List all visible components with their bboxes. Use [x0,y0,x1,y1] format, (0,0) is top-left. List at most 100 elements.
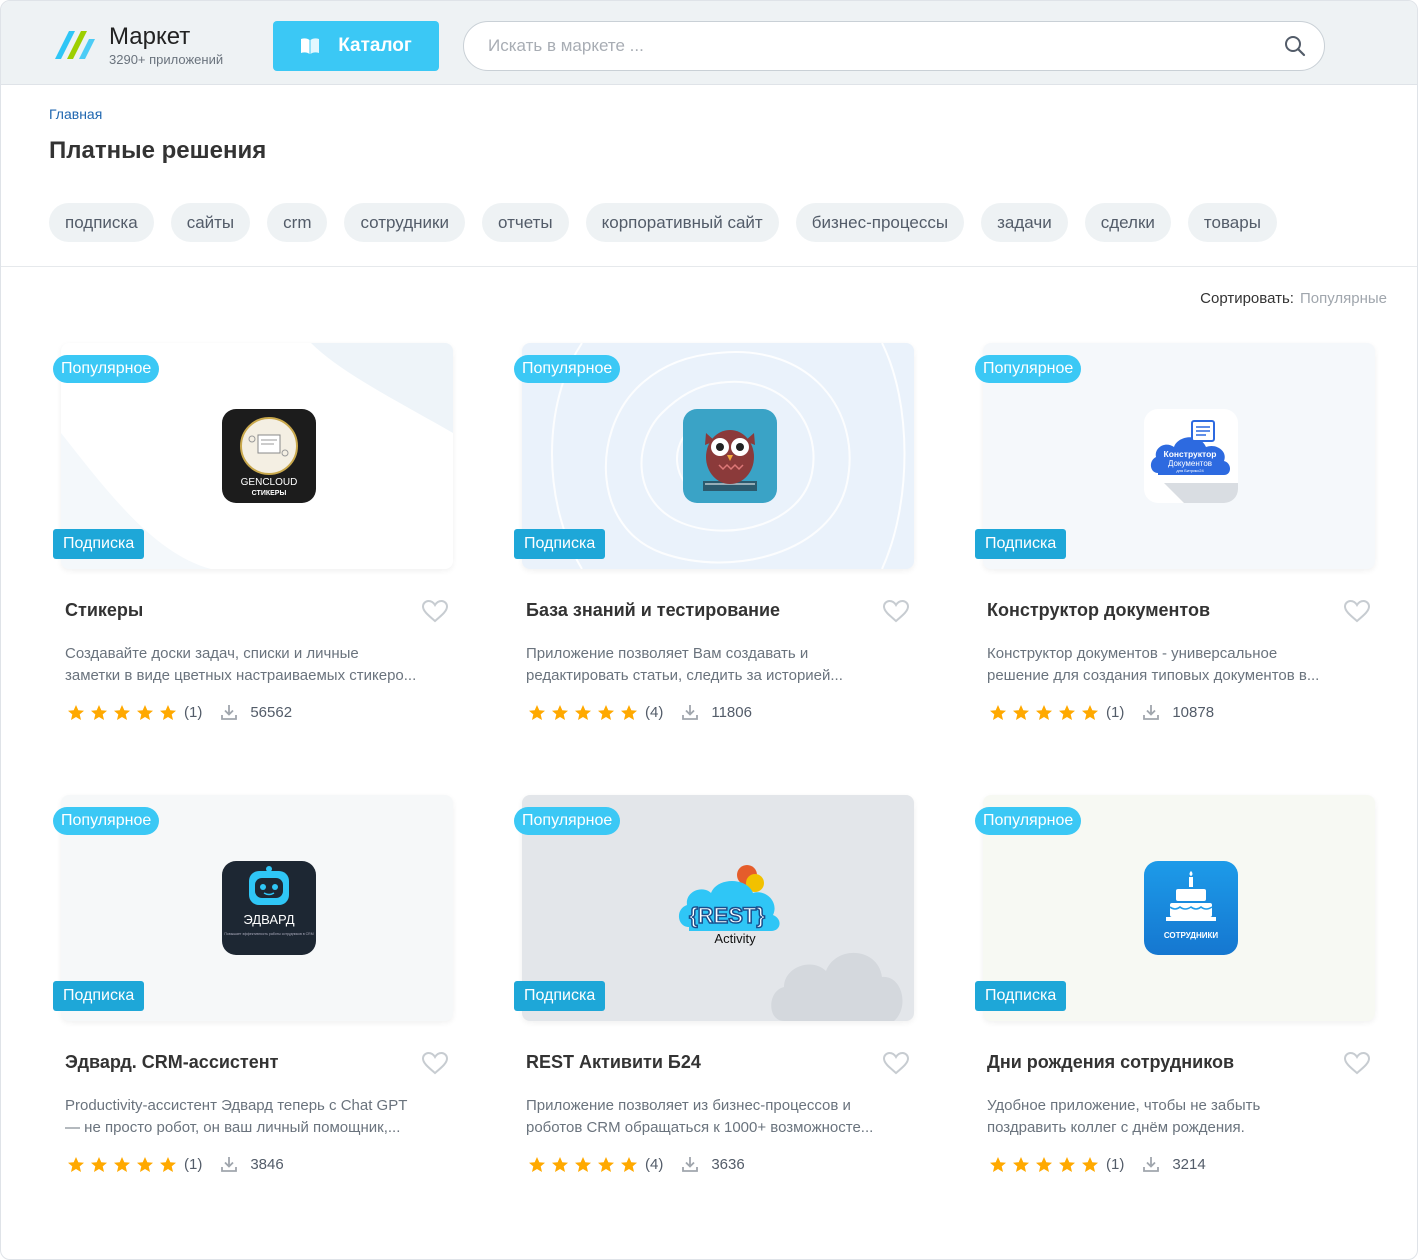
tag-chip[interactable]: отчеты [481,203,569,242]
star-icon [91,1156,107,1172]
app-card[interactable]: Конструктор Документов для Битрикс24 Поп… [971,343,1375,743]
download-icon [221,1157,238,1172]
star-icon [575,704,591,720]
install-count: 3846 [250,1155,284,1173]
heart-icon[interactable] [1343,1051,1371,1075]
heart-icon[interactable] [1343,599,1371,623]
tag-chip[interactable]: корпоративный сайт [585,203,779,242]
star-icon [575,1156,591,1172]
owl-icon [683,409,777,503]
heart-icon[interactable] [882,599,910,623]
star-icon [114,704,130,720]
popular-badge: Популярное [514,807,621,835]
subscription-badge: Подписка [53,981,145,1011]
card-title[interactable]: Конструктор документов [987,600,1210,621]
popular-badge: Популярное [975,355,1082,383]
popular-badge: Популярное [53,807,160,835]
tag-chip[interactable]: сделки [1084,203,1171,242]
logo-title[interactable]: Маркет [109,23,190,51]
icon-text: Activity [714,931,756,946]
star-icon [137,704,153,720]
star-icon [91,704,107,720]
icon-text: Повышает эффективность работы сотруднико… [224,932,313,936]
star-icon [552,1156,568,1172]
search-input[interactable] [488,22,1268,70]
star-icon [1082,704,1098,720]
app-card[interactable]: ЭДВАРД Повышает эффективность работы сот… [49,795,453,1195]
tag-chip[interactable]: бизнес-процессы [795,203,965,242]
heart-icon[interactable] [421,1051,449,1075]
icon-text: GENCLOUD [241,477,298,488]
star-icon [529,704,545,720]
icon-text: СТИКЕРЫ [252,490,287,497]
icon-text: Документов [1168,459,1212,468]
icon-text: Конструктор [1164,449,1217,459]
popular-badge: Популярное [53,355,160,383]
icon-text: ЭДВАРД [243,912,294,927]
catalog-button-label: Каталог [338,35,412,56]
tag-chip[interactable]: задачи [981,203,1068,242]
sort-value-dropdown[interactable]: Популярные [1300,290,1387,307]
icon-text: {REST} [689,903,765,928]
download-icon [1143,705,1160,720]
card-meta: (4) 3636 [528,1155,745,1173]
star-icon [598,704,614,720]
app-card[interactable]: {REST} Activity Популярное Подписка REST… [510,795,914,1195]
search-box [463,21,1325,71]
card-description: Конструктор документов - универсальное ре… [987,645,1320,684]
catalog-button[interactable]: Каталог [273,21,439,71]
star-icon [1013,1156,1029,1172]
star-icon [1036,704,1052,720]
card-title[interactable]: Стикеры [65,600,143,621]
star-icon [1082,1156,1098,1172]
review-count: (4) [645,1155,664,1173]
star-icon [137,1156,153,1172]
install-count: 11806 [711,703,752,721]
card-title[interactable]: REST Активити Б24 [526,1052,701,1073]
install-count: 3214 [1172,1155,1206,1173]
rest-activity-icon: {REST} Activity [675,861,785,955]
heart-icon[interactable] [882,1051,910,1075]
rating-stars [989,1156,1099,1173]
rating-stars [67,1156,177,1173]
card-description: Приложение позволяет Вам создавать и реда… [526,645,843,684]
rating-stars [528,1156,638,1173]
card-title[interactable]: База знаний и тестирование [526,600,780,621]
heart-icon[interactable] [421,599,449,623]
star-icon [1013,704,1029,720]
star-icon [1059,1156,1075,1172]
card-meta: (1) 10878 [989,703,1214,721]
app-card[interactable]: GENCLOUD СТИКЕРЫ Популярное Подписка Сти… [49,343,453,743]
app-card[interactable]: Популярное Подписка База знаний и тестир… [510,343,914,743]
install-count: 10878 [1172,703,1215,721]
logo-subtitle: 3290+ приложений [109,52,224,67]
tag-chip[interactable]: товары [1187,203,1277,242]
star-icon [621,1156,637,1172]
rating-stars [989,704,1099,721]
review-count: (1) [184,1155,203,1173]
divider [1,266,1417,267]
star-icon [552,704,568,720]
breadcrumb-home[interactable]: Главная [49,106,102,122]
market-page: Маркет 3290+ приложений Каталог Главная … [0,0,1418,1260]
tag-chip[interactable]: подписка [49,203,154,242]
sort-label: Сортировать: [1200,290,1294,307]
card-meta: (4) 11806 [528,703,752,721]
card-title[interactable]: Эдвард. CRM-ассистент [65,1052,278,1073]
star-icon [1036,1156,1052,1172]
card-title[interactable]: Дни рождения сотрудников [987,1052,1234,1073]
search-icon[interactable] [1284,35,1306,57]
install-count: 3636 [711,1155,745,1173]
download-icon [682,1157,699,1172]
star-icon [598,1156,614,1172]
document-cloud-icon: Конструктор Документов для Битрикс24 [1144,409,1238,503]
download-icon [682,705,699,720]
tag-chip[interactable]: сотрудники [344,203,465,242]
card-description: Создавайте доски задач, списки и личные з… [65,645,417,684]
market-logo-icon[interactable] [53,25,97,65]
tag-chip[interactable]: crm [267,203,328,242]
card-description: Productivity-ассистент Эдвард теперь с C… [65,1097,408,1136]
app-card[interactable]: СОТРУДНИКИ Популярное Подписка Дни рожде… [971,795,1375,1195]
tag-chip[interactable]: сайты [170,203,251,242]
tag-list: подписка сайты crm сотрудники отчеты кор… [49,203,1277,242]
